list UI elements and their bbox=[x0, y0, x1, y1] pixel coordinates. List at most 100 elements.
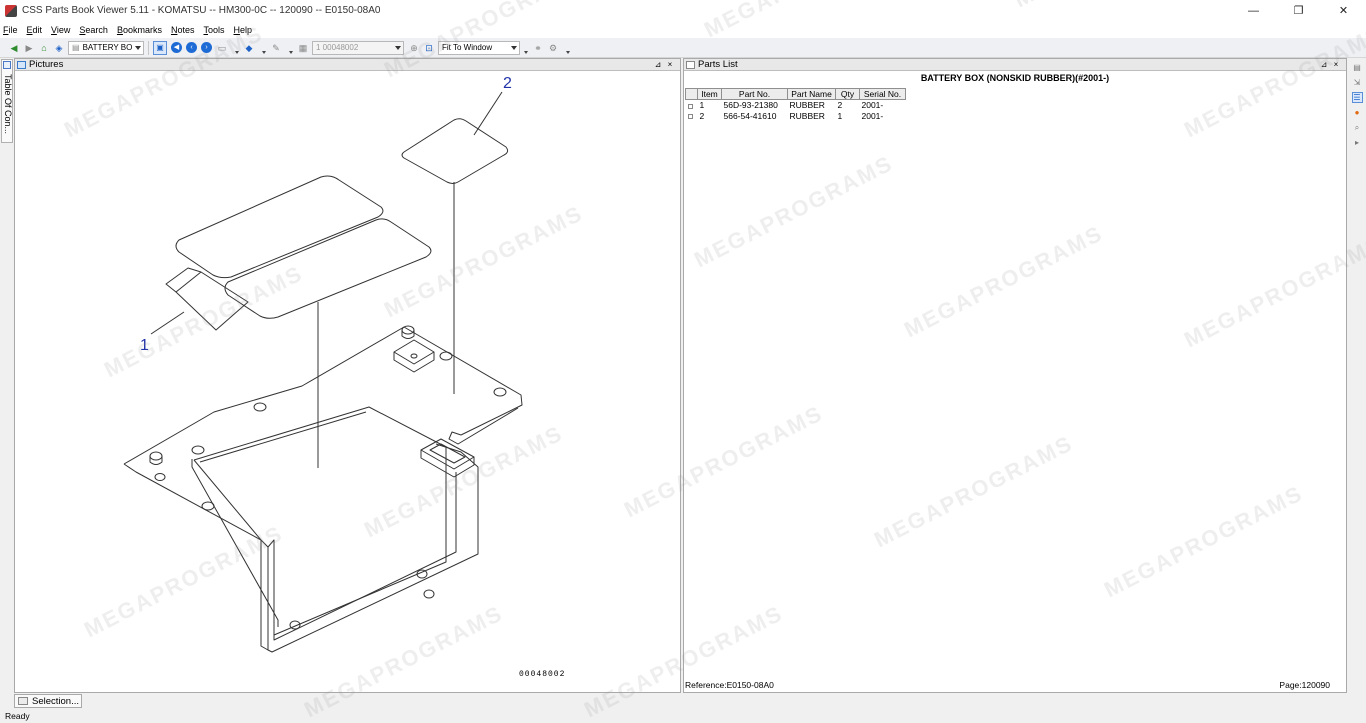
toolbar-overflow-icon[interactable] bbox=[261, 41, 267, 55]
toolbar-overflow-icon[interactable] bbox=[565, 41, 571, 55]
prev-page-icon[interactable]: ‹ bbox=[186, 42, 197, 53]
page-view-toggle[interactable]: ▣ bbox=[153, 40, 167, 55]
part-search-icon[interactable]: ▦ bbox=[297, 42, 309, 54]
menu-tools[interactable]: Tools bbox=[203, 25, 224, 35]
zoom-fit-icon[interactable]: ⊡ bbox=[423, 42, 435, 54]
menu-edit[interactable]: Edit bbox=[27, 25, 43, 35]
bookmark-icon[interactable]: ◆ bbox=[243, 42, 255, 54]
menu-help[interactable]: Help bbox=[234, 25, 253, 35]
history-icon[interactable]: ◈ bbox=[53, 42, 65, 54]
forward-icon[interactable]: ▶ bbox=[23, 42, 35, 54]
cell-item: 1 bbox=[699, 100, 705, 111]
close-button[interactable]: ✕ bbox=[1321, 0, 1366, 21]
panel-close-icon[interactable]: × bbox=[1330, 59, 1342, 71]
toolbar: ◀ ▶ ⌂ ◈ ▤ BATTERY BO ▣ ◀ ‹ › ▭ ◆ ✎ ▦ 1 0… bbox=[0, 38, 1366, 58]
status-bar: Ready bbox=[0, 709, 1366, 723]
mounting-hole bbox=[253, 402, 267, 412]
menu-notes[interactable]: Notes bbox=[171, 25, 195, 35]
cell-part-name: RUBBER bbox=[789, 100, 825, 111]
menu-bookmarks[interactable]: Bookmarks bbox=[117, 25, 162, 35]
mounting-hole bbox=[191, 445, 205, 455]
toolbar-separator bbox=[148, 40, 149, 55]
menu-file[interactable]: File bbox=[3, 25, 18, 35]
column-header-part-no[interactable]: Part No. bbox=[721, 88, 788, 100]
table-row[interactable]: 2 566-54-41610 RUBBER 1 2001- bbox=[686, 111, 906, 122]
bolt-icon bbox=[149, 451, 163, 461]
book-selector[interactable]: ▤ BATTERY BO bbox=[68, 40, 144, 55]
pictures-panel-header: Pictures ⊿ × bbox=[15, 59, 680, 71]
row-checkbox[interactable] bbox=[686, 111, 698, 122]
pictures-panel-controls: ⊿ × bbox=[652, 59, 676, 71]
tool-highlight-icon[interactable]: ● bbox=[1352, 107, 1363, 118]
mounting-hole bbox=[201, 501, 215, 511]
menu-view[interactable]: View bbox=[51, 25, 70, 35]
parts-list-heading: BATTERY BOX (NONSKID RUBBER)(#2001-) bbox=[920, 73, 1110, 83]
home-icon[interactable]: ⌂ bbox=[38, 42, 50, 54]
callout-2[interactable]: 2 bbox=[503, 75, 512, 92]
parts-table: Item Part No. Part Name Qty Serial No. 1… bbox=[685, 88, 906, 122]
tab-table-of-contents-label: Table Of Con... bbox=[3, 74, 13, 135]
column-header-part-name[interactable]: Part Name bbox=[787, 88, 836, 100]
toolbar-overflow-icon[interactable] bbox=[234, 41, 240, 55]
right-dock: ▤ ⇲ ☰ ● ⌕ ▸ bbox=[1348, 58, 1366, 692]
column-header-serial-no[interactable]: Serial No. bbox=[859, 88, 906, 100]
menu-search[interactable]: Search bbox=[79, 25, 108, 35]
parts-list-panel-header: Parts List ⊿ × bbox=[684, 59, 1346, 71]
minimize-button[interactable]: — bbox=[1231, 0, 1276, 21]
link-icon[interactable]: ⚭ bbox=[532, 42, 544, 54]
cell-qty: 2 bbox=[837, 100, 843, 111]
back-icon[interactable]: ◀ bbox=[8, 42, 20, 54]
reference-label: Reference:E0150-08A0 bbox=[685, 680, 774, 690]
table-row[interactable]: 1 56D-93-21380 RUBBER 2 2001- bbox=[686, 100, 906, 111]
zoom-value: Fit To Window bbox=[442, 43, 493, 52]
cell-part-no: 566-54-41610 bbox=[723, 111, 777, 121]
cell-part-no: 56D-93-21380 bbox=[723, 100, 778, 111]
maximize-button[interactable]: ❐ bbox=[1276, 0, 1321, 21]
menu-bar: File Edit View Search Bookmarks Notes To… bbox=[0, 21, 1366, 38]
cell-serial: 2001- bbox=[861, 111, 884, 121]
settings-icon[interactable]: ⚙ bbox=[547, 42, 559, 54]
tab-selection[interactable]: Selection... bbox=[14, 694, 82, 708]
pin-icon[interactable]: ⊿ bbox=[652, 59, 664, 71]
cell-serial: 2001- bbox=[861, 100, 884, 111]
tool-expand-icon[interactable]: ▸ bbox=[1352, 137, 1363, 148]
rubber-pad-1-left bbox=[165, 267, 249, 331]
contents-icon bbox=[3, 61, 11, 69]
toolbar-overflow-icon[interactable] bbox=[288, 41, 294, 55]
tool-print-icon[interactable]: ▤ bbox=[1352, 62, 1363, 73]
panel-close-icon[interactable]: × bbox=[664, 59, 676, 71]
tool-parts-list-icon[interactable]: ☰ bbox=[1351, 92, 1363, 103]
part-number-selector[interactable]: 1 00048002 bbox=[312, 40, 404, 55]
toolbar-overflow-icon[interactable] bbox=[523, 41, 529, 55]
note-icon[interactable]: ✎ bbox=[270, 42, 282, 54]
rubber-pad-1-top bbox=[175, 175, 384, 279]
mounting-hole bbox=[493, 387, 507, 397]
tab-table-of-contents[interactable]: Table Of Con... bbox=[1, 59, 13, 143]
parts-list-panel-title: Parts List bbox=[698, 59, 738, 70]
chevron-down-icon bbox=[511, 45, 517, 50]
next-page-icon[interactable]: › bbox=[201, 42, 212, 53]
callout-1[interactable]: 1 bbox=[140, 337, 149, 354]
row-checkbox[interactable] bbox=[686, 100, 698, 111]
pin-icon[interactable]: ⊿ bbox=[1318, 59, 1330, 71]
cell-qty: 1 bbox=[837, 111, 843, 121]
part-number-value: 1 00048002 bbox=[316, 43, 359, 52]
tool-export-icon[interactable]: ⇲ bbox=[1352, 77, 1363, 88]
tool-search-icon[interactable]: ⌕ bbox=[1352, 122, 1363, 133]
tab-selection-label: Selection... bbox=[32, 695, 79, 707]
callout-leader-1 bbox=[150, 311, 185, 335]
column-header-check bbox=[685, 88, 698, 100]
status-text: Ready bbox=[5, 711, 30, 721]
callout-leader-2 bbox=[473, 91, 503, 136]
column-header-item[interactable]: Item bbox=[697, 88, 722, 100]
chevron-down-icon bbox=[395, 45, 401, 50]
zoom-in-icon[interactable]: ⊕ bbox=[408, 42, 420, 54]
zoom-selector[interactable]: Fit To Window bbox=[438, 40, 520, 55]
parts-drawing[interactable]: 1 2 bbox=[16, 72, 680, 692]
first-page-icon[interactable]: ◀ bbox=[171, 42, 182, 53]
parts-list-footer: Reference:E0150-08A0 Page:120090 bbox=[684, 679, 1346, 692]
column-header-qty[interactable]: Qty bbox=[835, 88, 860, 100]
parts-list-panel-controls: ⊿ × bbox=[1318, 59, 1342, 71]
print-icon[interactable]: ▭ bbox=[216, 42, 228, 54]
pictures-panel: Pictures ⊿ × 1 2 00048002 bbox=[14, 58, 681, 693]
